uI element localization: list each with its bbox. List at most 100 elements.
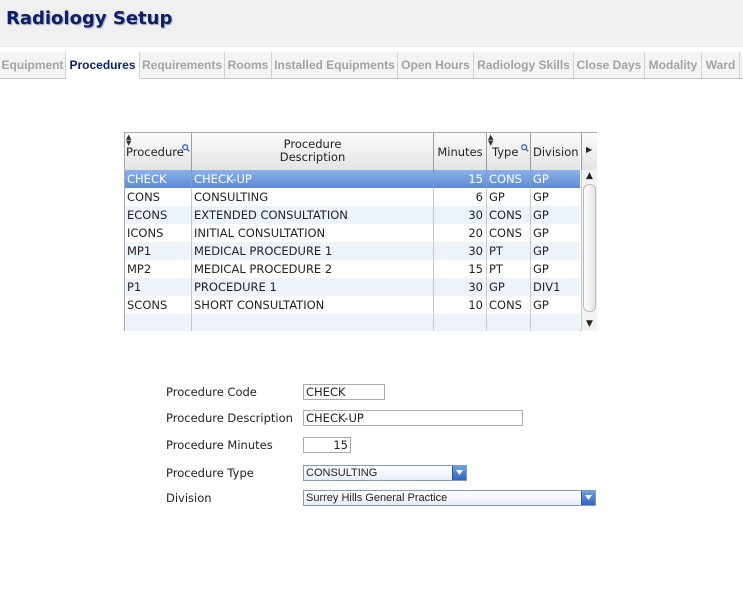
cell-empty [125,314,192,331]
procedure-description-label: Procedure Description [166,411,293,425]
cell-minutes: 10 [434,296,487,314]
procedure-type-select[interactable]: CONSULTING [303,465,467,481]
procedure-code-input[interactable]: CHECK [303,384,385,400]
tab-close-days[interactable]: Close Days [574,52,645,78]
dropdown-button[interactable] [452,466,466,480]
cell-minutes: 20 [434,224,487,242]
vertical-scrollbar[interactable]: ▲ ▼ [581,170,597,331]
procedure-type-label: Procedure Type [166,466,254,480]
cell-code: SCONS [125,296,192,314]
search-icon[interactable] [521,144,529,152]
cell-code: CHECK [125,170,192,188]
procedures-grid: ▲ ▼ Procedure Procedure Description Minute… [124,132,597,331]
column-header-procedure[interactable]: ▲ ▼ Procedure [125,133,192,170]
table-row[interactable]: CHECK CHECK-UP 15 CONS GP [125,170,580,188]
cell-empty [531,314,580,331]
scroll-up-arrow-icon[interactable]: ▲ [582,170,597,183]
division-label: Division [166,491,212,505]
scroll-down-arrow-icon[interactable]: ▼ [582,318,597,331]
cell-division: GP [533,172,549,186]
procedure-minutes-input[interactable]: 15 [303,437,351,453]
division-select[interactable]: Surrey Hills General Practice [303,490,596,506]
tab-modality[interactable]: Modality [645,52,702,78]
cell-division: GP [533,226,549,240]
division-value: Surrey Hills General Practice [306,492,448,504]
cell-empty [434,314,487,331]
cell-description: MEDICAL PROCEDURE 2 [192,260,434,278]
cell-type: CONS [487,170,531,188]
cell-code: CONS [125,188,192,206]
tab-open-hours[interactable]: Open Hours [398,52,474,78]
dropdown-button[interactable] [581,491,595,505]
column-header-division[interactable]: Division [531,133,580,170]
arrow-right-icon: ▶ [586,145,593,154]
scrollbar-thumb[interactable] [583,184,596,312]
table-row[interactable]: MP1 MEDICAL PROCEDURE 1 30 PT GP [125,242,580,260]
cell-empty [487,314,531,331]
cell-type: CONS [487,206,531,224]
cell-division: GP [533,208,549,222]
cell-type: GP [487,278,531,296]
column-header-minutes[interactable]: Minutes [434,133,487,170]
cell-minutes: 15 [434,260,487,278]
grid-header: ▲ ▼ Procedure Procedure Description Minute… [125,133,580,171]
tab-installed-equipments[interactable]: Installed Equipments [272,52,398,78]
cell-division: GP [533,262,549,276]
cell-empty [192,314,434,331]
cell-type: GP [487,188,531,206]
procedure-type-value: CONSULTING [306,467,378,479]
chevron-down-icon [456,470,463,475]
search-icon[interactable] [182,144,190,152]
cell-code: ICONS [125,224,192,242]
cell-minutes: 30 [434,242,487,260]
cell-minutes: 30 [434,206,487,224]
cell-code: MP1 [125,242,192,260]
cell-type: PT [487,260,531,278]
cell-description: MEDICAL PROCEDURE 1 [192,242,434,260]
procedure-minutes-label: Procedure Minutes [166,438,273,452]
column-header-label: Division [533,145,579,159]
cell-minutes: 30 [434,278,487,296]
table-row[interactable]: CONS CONSULTING 6 GP GP [125,188,580,206]
table-row[interactable]: P1 PROCEDURE 1 30 GP DIV1 [125,278,580,296]
header-bar: Radiology Setup [0,0,743,47]
chevron-down-icon [585,495,592,500]
tab-procedures[interactable]: Procedures [66,52,140,79]
tab-bar: Equipment Procedures Requirements Rooms … [0,52,743,79]
cell-description: INITIAL CONSULTATION [192,224,434,242]
column-header-type[interactable]: ▲ ▼ Type [487,133,531,170]
column-header-label: Procedure Description [279,137,346,164]
cell-division: DIV1 [533,280,561,294]
table-row[interactable]: MP2 MEDICAL PROCEDURE 2 15 PT GP [125,260,580,278]
table-row-empty [125,314,580,331]
scroll-right-button[interactable]: ▶ [581,133,597,170]
cell-type: CONS [487,296,531,314]
cell-description: CONSULTING [192,188,434,206]
tab-requirements[interactable]: Requirements [140,52,225,78]
page-title: Radiology Setup [6,8,173,29]
cell-division: GP [533,298,549,312]
tab-radiology-skills[interactable]: Radiology Skills [474,52,574,78]
table-row[interactable]: SCONS SHORT CONSULTATION 10 CONS GP [125,296,580,314]
column-header-description[interactable]: Procedure Description [192,133,434,170]
tab-rooms[interactable]: Rooms [225,52,272,78]
tab-equipment[interactable]: Equipment [0,52,66,78]
cell-description: CHECK-UP [192,170,434,188]
cell-type: PT [487,242,531,260]
procedure-code-label: Procedure Code [166,385,257,399]
column-header-label: Minutes [437,145,483,159]
cell-code: ECONS [125,206,192,224]
cell-code: P1 [125,278,192,296]
cell-type: CONS [487,224,531,242]
cell-division: GP [533,244,549,258]
cell-code: MP2 [125,260,192,278]
cell-description: PROCEDURE 1 [192,278,434,296]
cell-description: EXTENDED CONSULTATION [192,206,434,224]
cell-description: SHORT CONSULTATION [192,296,434,314]
table-row[interactable]: ICONS INITIAL CONSULTATION 20 CONS GP [125,224,580,242]
procedure-description-input[interactable]: CHECK-UP [303,410,523,426]
cell-division: GP [533,190,549,204]
tab-ward[interactable]: Ward [702,52,740,78]
table-row[interactable]: ECONS EXTENDED CONSULTATION 30 CONS GP [125,206,580,224]
cell-minutes: 6 [434,188,487,206]
